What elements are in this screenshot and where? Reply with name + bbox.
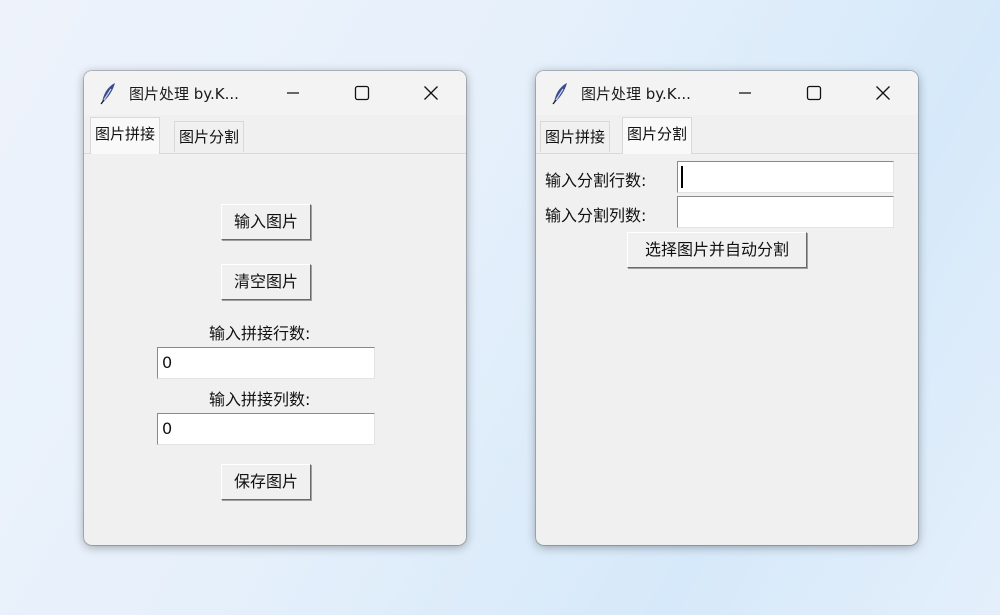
split-rows-input[interactable] <box>677 161 894 193</box>
image-tool-window-stitch: 图片处理 by.K... 图片拼接 图片分割 输入图片 清空图片 输入拼接行数:… <box>84 71 466 545</box>
tab-stitch[interactable]: 图片拼接 <box>540 121 611 152</box>
split-cols-label: 输入分割列数: <box>545 206 647 225</box>
tab-divider <box>536 153 918 154</box>
image-tool-window-split: 图片处理 by.K... 图片拼接 图片分割 输入分割行数: 输入分割列数: 选… <box>536 71 918 545</box>
feather-icon <box>98 81 118 105</box>
stitch-cols-input[interactable]: 0 <box>157 413 375 445</box>
tab-bar: 图片拼接 图片分割 <box>536 115 918 155</box>
maximize-icon[interactable] <box>791 77 837 109</box>
maximize-icon[interactable] <box>339 77 385 109</box>
feather-icon <box>550 81 570 105</box>
stitch-rows-label: 输入拼接行数: <box>209 324 311 343</box>
split-rows-label: 输入分割行数: <box>545 171 647 190</box>
close-icon[interactable] <box>860 77 906 109</box>
tab-split[interactable]: 图片分割 <box>174 121 245 152</box>
tab-bar: 图片拼接 图片分割 <box>84 115 466 155</box>
window-title: 图片处理 by.K... <box>581 85 691 103</box>
minimize-icon[interactable] <box>270 77 316 109</box>
stitch-rows-input[interactable]: 0 <box>157 347 375 379</box>
tab-split[interactable]: 图片分割 <box>622 117 693 154</box>
tab-stitch[interactable]: 图片拼接 <box>90 117 161 154</box>
split-cols-input[interactable] <box>677 196 894 228</box>
clear-image-button[interactable]: 清空图片 <box>221 264 311 300</box>
title-bar[interactable]: 图片处理 by.K... <box>84 71 466 115</box>
auto-split-button[interactable]: 选择图片并自动分割 <box>627 232 807 268</box>
close-icon[interactable] <box>408 77 454 109</box>
text-caret <box>681 166 683 188</box>
save-image-button[interactable]: 保存图片 <box>221 464 311 500</box>
input-image-button[interactable]: 输入图片 <box>221 204 311 240</box>
minimize-icon[interactable] <box>722 77 768 109</box>
window-title: 图片处理 by.K... <box>129 85 239 103</box>
title-bar[interactable]: 图片处理 by.K... <box>536 71 918 115</box>
stitch-cols-label: 输入拼接列数: <box>209 390 311 409</box>
